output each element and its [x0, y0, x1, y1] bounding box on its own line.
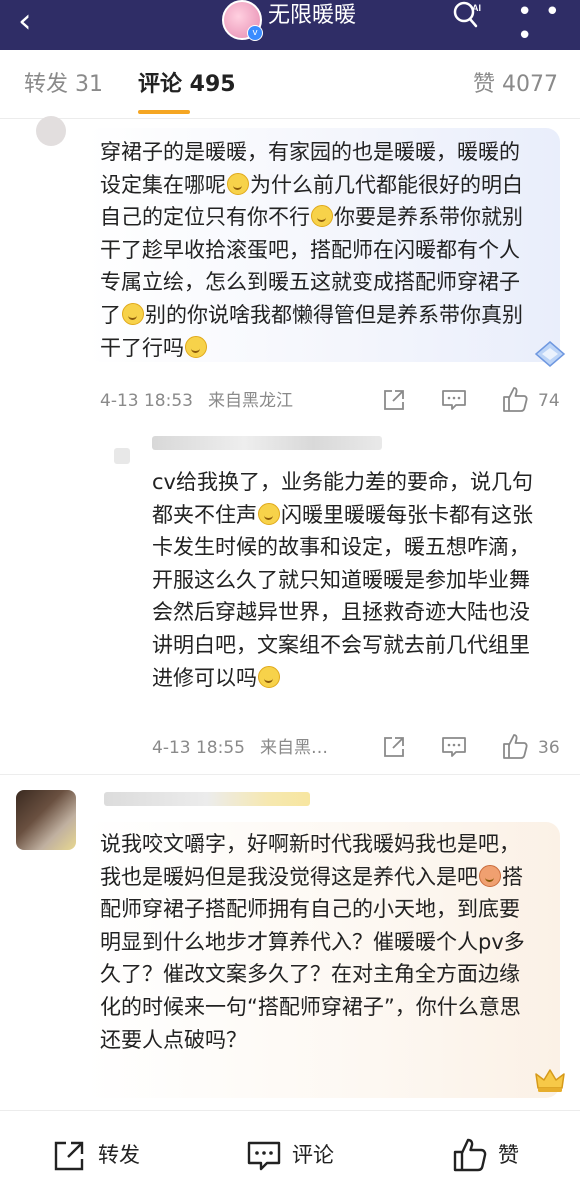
share-icon[interactable] [382, 388, 406, 412]
smile-emoji-icon [311, 205, 333, 228]
tab-bar: 转发 31 评论 495 赞 4077 [0, 58, 580, 118]
hotpot-emoji-icon [479, 864, 501, 887]
tabs-divider [0, 118, 580, 119]
share-icon [54, 1141, 84, 1171]
comment-text: 穿裙子的是暖暖，有家园的也是暖暖，暖暖的设定集在哪呢 为什么前几代都能很好的明白自… [100, 140, 523, 360]
commenter-name[interactable] [152, 436, 382, 450]
diamond-badge-icon [534, 341, 566, 367]
comment-location: 来自黑… [260, 738, 328, 758]
comment-icon[interactable] [441, 388, 467, 412]
smile-emoji-icon [258, 665, 280, 688]
like-button[interactable]: 赞 [452, 1135, 532, 1175]
like-count: 36 [538, 738, 560, 758]
comment-text: 说我咬文嚼字，好啊新时代我暖妈我也是吧，我也是暖妈但是我没觉得这是养代入是吧 搭配… [100, 832, 525, 1052]
comment-label: 评论 [292, 1143, 334, 1167]
comment-location: 来自黑龙江 [208, 391, 293, 411]
share-icon[interactable] [382, 735, 406, 759]
gold-badge-icon [535, 1069, 565, 1092]
repost-label: 转发 [98, 1143, 140, 1167]
page-title: 无限暖暖 [268, 3, 357, 28]
commenter-avatar[interactable] [36, 116, 66, 146]
smile-emoji-icon [122, 302, 144, 325]
comment-text: cv给我换了，业务能力差的要命，说几句都夹不住声 闪暖里暖暖每张卡都有这张卡发生时… [152, 470, 533, 690]
bottom-action-bar: 转发 评论 赞 [0, 1110, 580, 1198]
avatar[interactable]: v [222, 0, 263, 41]
more-options-icon[interactable]: • • • [517, 0, 580, 49]
comment-icon [247, 1141, 281, 1171]
tab-likes[interactable]: 赞 4077 [473, 70, 558, 100]
like-count: 74 [538, 391, 560, 411]
top-bar: ‹ v 无限暖暖 AI • • • [0, 0, 580, 50]
commenter-avatar[interactable] [16, 790, 76, 850]
ai-label: AI [472, 3, 481, 13]
tab-repost[interactable]: 转发 31 [24, 70, 103, 100]
active-tab-indicator [138, 110, 190, 114]
repost-button[interactable]: 转发 [52, 1135, 152, 1175]
commenter-avatar[interactable] [114, 448, 130, 464]
comment-time: 4-13 18:55 [152, 738, 245, 758]
smile-emoji-icon [227, 172, 249, 195]
ai-search-icon[interactable]: AI [452, 0, 482, 28]
comment-button[interactable]: 评论 [246, 1135, 346, 1175]
thumbs-up-icon[interactable] [502, 733, 529, 760]
comment-divider [0, 774, 580, 775]
comment-icon[interactable] [441, 735, 467, 759]
commenter-name[interactable] [104, 792, 310, 806]
smile-emoji-icon [258, 502, 280, 525]
tab-comments[interactable]: 评论 495 [138, 70, 236, 100]
thumbs-up-icon[interactable] [502, 386, 529, 413]
smile-emoji-icon [185, 335, 207, 358]
like-label: 赞 [498, 1143, 519, 1167]
thumbs-up-icon [453, 1138, 487, 1172]
comment-time: 4-13 18:53 [100, 391, 193, 411]
back-icon[interactable]: ‹ [18, 4, 32, 38]
verified-badge-icon: v [247, 25, 263, 41]
